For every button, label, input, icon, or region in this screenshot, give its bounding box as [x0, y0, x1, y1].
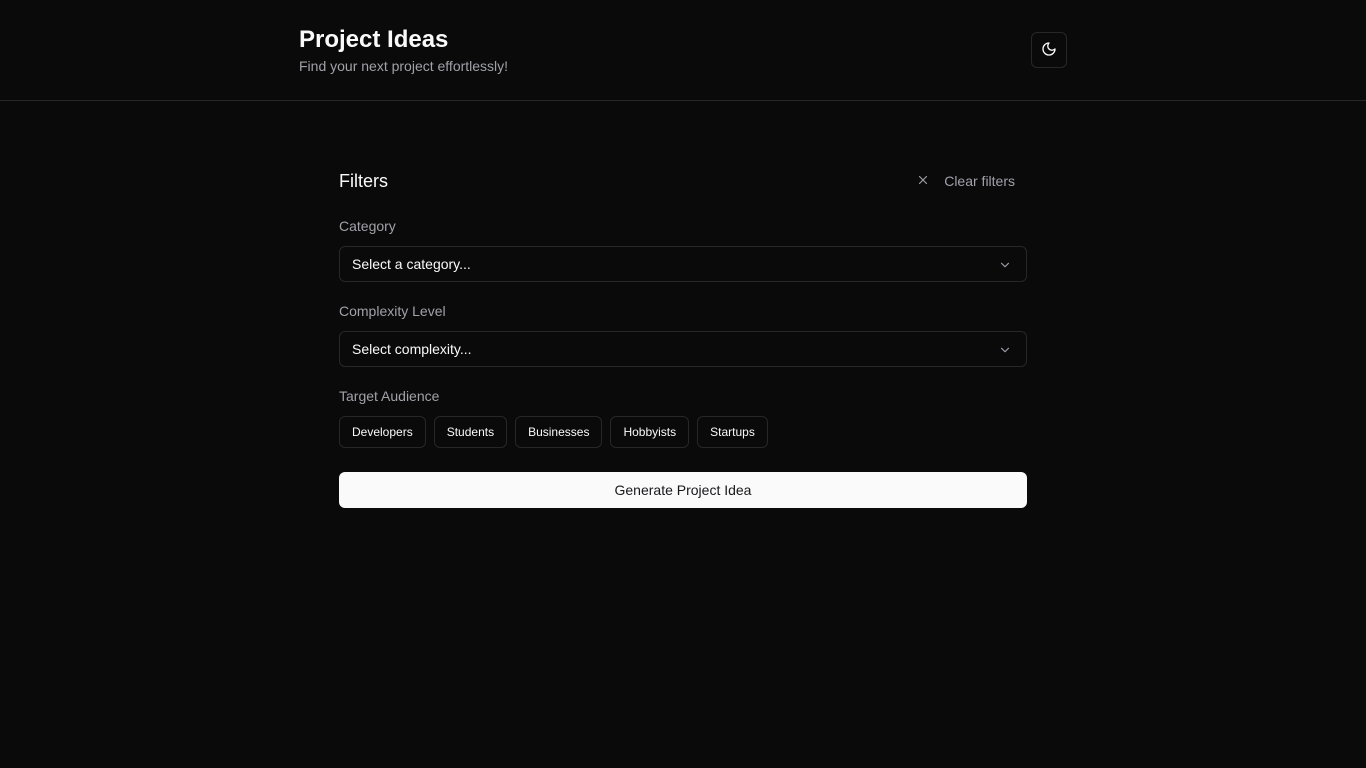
page-title: Project Ideas	[299, 26, 449, 53]
complexity-select-value: Select complexity...	[352, 341, 472, 357]
filters-panel: Filters Clear filters Category Select a …	[339, 160, 1027, 508]
audience-chip-startups[interactable]: Startups	[697, 416, 768, 448]
complexity-label: Complexity Level	[339, 303, 446, 319]
generate-project-idea-button[interactable]: Generate Project Idea	[339, 472, 1027, 508]
chevron-down-icon	[1000, 347, 1010, 353]
theme-toggle-button[interactable]	[1031, 32, 1067, 68]
complexity-select[interactable]: Select complexity...	[339, 331, 1027, 367]
audience-chip-group: Developers Students Businesses Hobbyists…	[339, 416, 1027, 448]
audience-chip-developers[interactable]: Developers	[339, 416, 426, 448]
category-select-value: Select a category...	[352, 256, 471, 272]
filters-header: Filters Clear filters	[339, 160, 1027, 202]
app-header: Project Ideas Find your next project eff…	[0, 0, 1366, 101]
audience-label: Target Audience	[339, 388, 440, 404]
clear-filters-label: Clear filters	[944, 173, 1015, 189]
page-subtitle: Find your next project effortlessly!	[299, 58, 509, 74]
category-label: Category	[339, 218, 396, 234]
filters-title: Filters	[339, 171, 388, 191]
audience-chip-businesses[interactable]: Businesses	[515, 416, 603, 448]
close-icon	[916, 173, 930, 190]
moon-icon	[1041, 41, 1057, 60]
audience-chip-students[interactable]: Students	[433, 416, 508, 448]
category-select[interactable]: Select a category...	[339, 246, 1027, 282]
audience-chip-hobbyists[interactable]: Hobbyists	[610, 416, 690, 448]
clear-filters-button[interactable]: Clear filters	[904, 164, 1027, 198]
chevron-down-icon	[1000, 262, 1010, 268]
